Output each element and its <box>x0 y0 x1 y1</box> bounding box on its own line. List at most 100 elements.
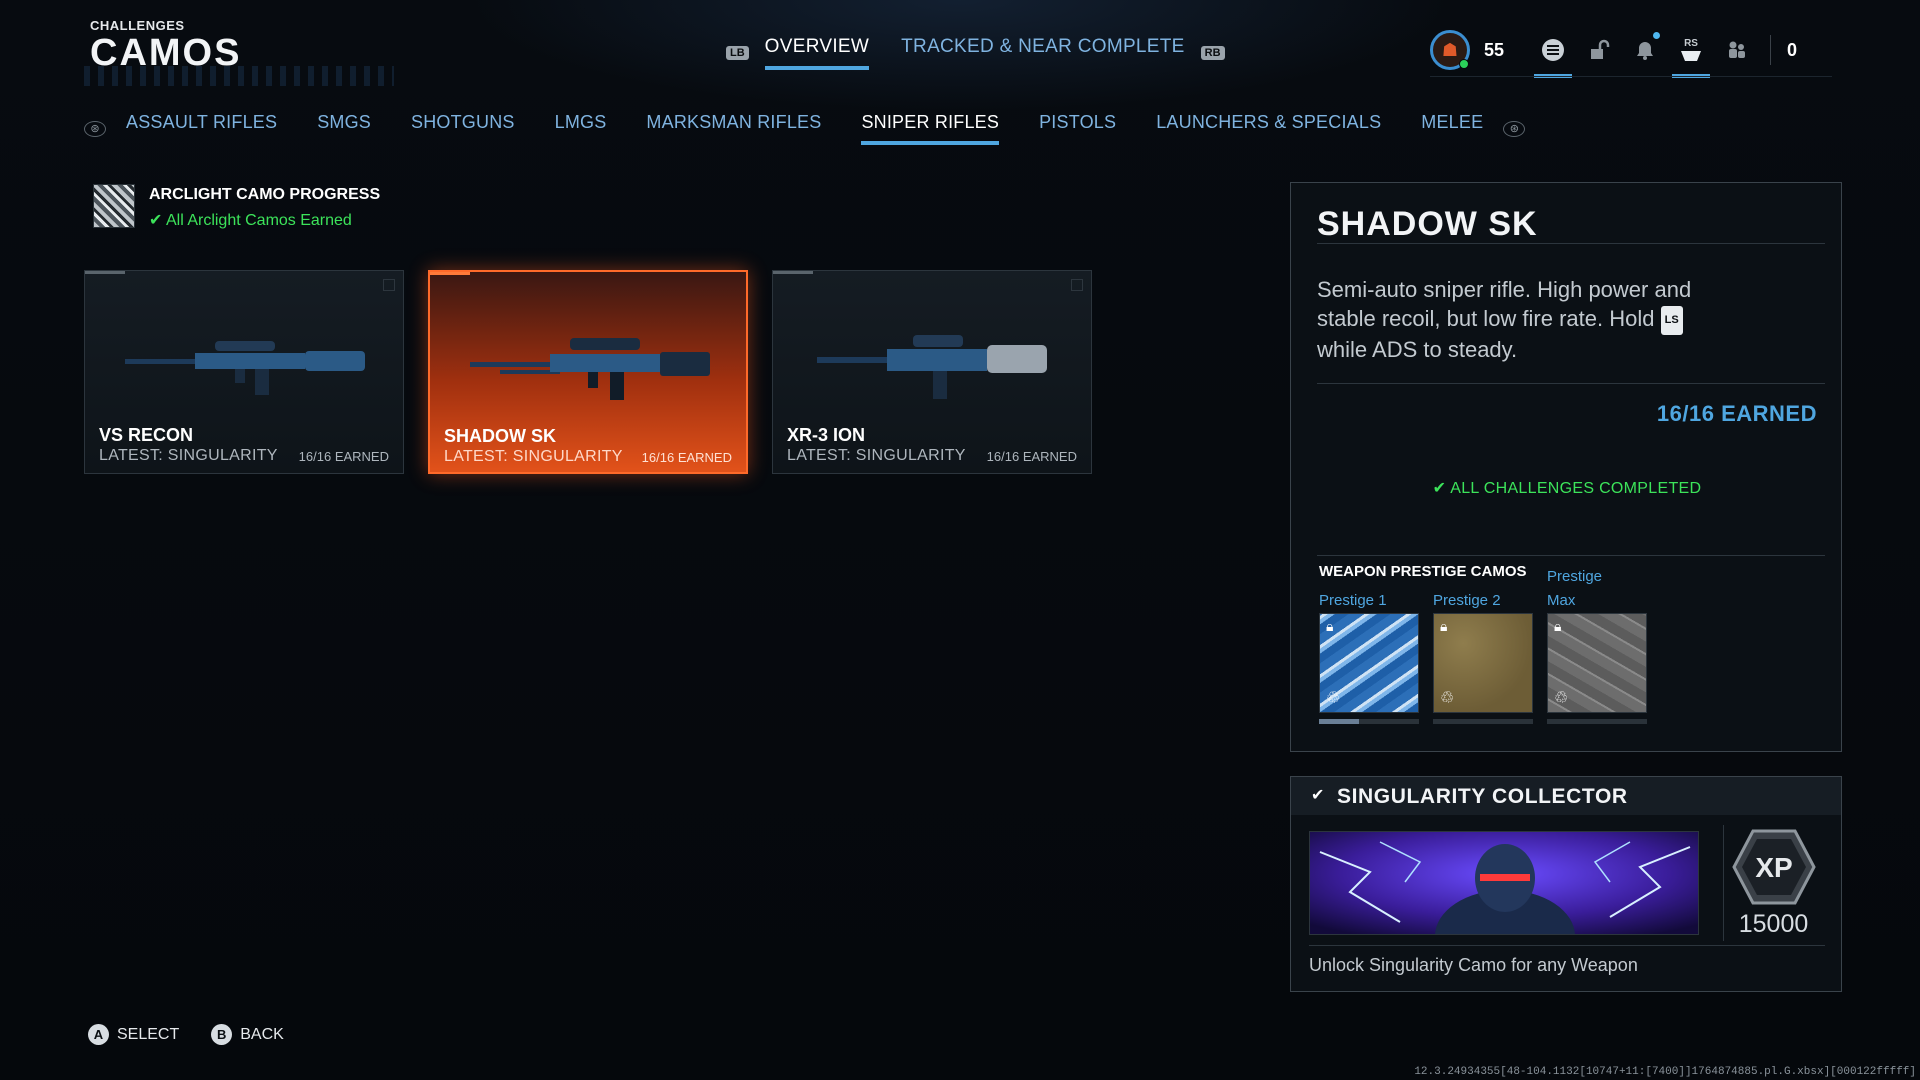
prestige-camo-swatch: 🔒︎ ♲ <box>1547 613 1647 713</box>
weapon-detail-panel: SHADOW SK Semi-auto sniper rifle. High p… <box>1290 182 1842 752</box>
lb-bumper-icon[interactable]: LB <box>726 46 749 60</box>
prestige-heading: WEAPON PRESTIGE CAMOS <box>1319 563 1527 580</box>
prestige-camo-2[interactable]: Prestige 2 🔒︎ ♲ <box>1433 589 1533 724</box>
sniper-rifle-icon <box>470 338 710 400</box>
header-glitch-decoration <box>84 66 394 86</box>
weapon-earned-count: 16/16 EARNED <box>641 450 732 465</box>
tab-marksman-rifles[interactable]: MARKSMAN RIFLES <box>646 112 821 145</box>
weapon-card-vs-recon[interactable]: VS RECON LATEST: SINGULARITY 16/16 EARNE… <box>84 270 404 474</box>
button-prompts: A SELECT B BACK <box>88 1024 316 1045</box>
detail-description: Semi-auto sniper rifle. High power and s… <box>1317 275 1737 364</box>
tab-shotguns[interactable]: SHOTGUNS <box>411 112 515 145</box>
detail-earned-count: 16/16 EARNED <box>1656 401 1817 426</box>
check-icon: ✔ <box>1311 787 1325 804</box>
b-button-icon: B <box>211 1024 233 1045</box>
lt-bumper-icon[interactable]: ⊛ <box>84 120 106 137</box>
prestige-progress-bar <box>1319 719 1419 724</box>
tab-launchers-specials[interactable]: LAUNCHERS & SPECIALS <box>1156 112 1381 145</box>
detail-desc-part2: while ADS to steady. <box>1317 336 1518 362</box>
card-corner-mark <box>383 279 395 291</box>
hud-underline <box>1430 76 1832 77</box>
tab-smgs[interactable]: SMGS <box>317 112 371 145</box>
tab-assault-rifles[interactable]: ASSAULT RIFLES <box>126 112 277 145</box>
weapon-latest-camo: LATEST: SINGULARITY <box>99 447 278 464</box>
hud-divider <box>1770 35 1772 65</box>
check-icon: ✔ <box>149 212 166 229</box>
unlock-icon[interactable] <box>1584 28 1614 72</box>
reward-panel[interactable]: ✔ SINGULARITY COLLECTOR XP 15000 Unlock … <box>1290 776 1842 992</box>
rb-bumper-icon[interactable]: RB <box>1200 46 1225 60</box>
prestige-camo-swatch: 🔒︎ ♲ <box>1433 613 1533 713</box>
top-tab-bar: LB OVERVIEW TRACKED & NEAR COMPLETE RB <box>726 36 1225 70</box>
tab-pistols[interactable]: PISTOLS <box>1039 112 1116 145</box>
lock-icon: 🔒︎ <box>1440 618 1448 634</box>
page-kicker: CHALLENGES <box>90 18 185 33</box>
weapon-name: VS RECON <box>99 425 194 445</box>
a-button-icon: A <box>88 1024 109 1045</box>
prestige-camo-1[interactable]: Prestige 1 🔒︎ ♲ <box>1319 589 1419 724</box>
controller-icon[interactable]: RS <box>1672 28 1711 78</box>
weapon-name: XR-3 ION <box>787 425 866 445</box>
back-prompt[interactable]: B BACK <box>211 1024 284 1045</box>
tab-tracked-near-complete[interactable]: TRACKED & NEAR COMPLETE <box>901 36 1185 70</box>
prestige-camo-swatch: 🔒︎ ♲ <box>1319 613 1419 713</box>
arclight-title: ARCLIGHT CAMO PROGRESS <box>149 186 381 203</box>
weapon-card-list: VS RECON LATEST: SINGULARITY 16/16 EARNE… <box>84 270 1116 474</box>
online-status-dot <box>1459 59 1469 69</box>
operator-face-icon: ☗ <box>1441 39 1459 60</box>
prestige-cycle-icon: ♲ <box>1554 690 1569 707</box>
card-notch <box>85 271 125 274</box>
weapon-card-xr3-ion[interactable]: XR-3 ION LATEST: SINGULARITY 16/16 EARNE… <box>772 270 1092 474</box>
build-info: 12.3.24934355[48-104.1132[10747+11:[7400… <box>1414 1066 1916 1078</box>
arclight-camo-thumbnail <box>93 184 135 228</box>
prestige-label: Prestige Max <box>1547 568 1603 609</box>
weapon-card-shadow-sk[interactable]: SHADOW SK LATEST: SINGULARITY 16/16 EARN… <box>428 270 748 474</box>
select-prompt[interactable]: A SELECT <box>88 1024 179 1045</box>
arclight-status-text: All Arclight Camos Earned <box>165 212 352 229</box>
xp-label: XP <box>1755 852 1792 883</box>
divider <box>1317 555 1825 556</box>
weapon-earned-count: 16/16 EARNED <box>298 449 389 464</box>
prestige-progress-bar <box>1547 719 1647 724</box>
reward-title: SINGULARITY COLLECTOR <box>1337 785 1628 808</box>
page-header: CHALLENGES CAMOS <box>90 18 241 73</box>
divider <box>1317 383 1825 384</box>
xp-amount: 15000 <box>1738 910 1809 938</box>
tab-overview[interactable]: OVERVIEW <box>764 36 870 70</box>
reward-header: ✔ SINGULARITY COLLECTOR <box>1291 777 1841 815</box>
arclight-status: ✔ All Arclight Camos Earned <box>149 210 380 230</box>
player-level: 55 <box>1484 39 1505 60</box>
weapon-latest-camo: LATEST: SINGULARITY <box>787 447 966 464</box>
divider <box>1309 945 1825 946</box>
check-icon: ✔ <box>1432 480 1451 497</box>
tab-melee[interactable]: MELEE <box>1421 112 1483 145</box>
tab-lmgs[interactable]: LMGS <box>555 112 607 145</box>
prestige-cycle-icon: ♲ <box>1326 690 1341 707</box>
currency-amount: 0 <box>1787 39 1798 60</box>
weapon-name: SHADOW SK <box>444 426 556 446</box>
friends-icon[interactable] <box>1722 28 1752 72</box>
prestige-cycle-icon: ♲ <box>1440 690 1455 707</box>
card-corner-mark <box>1071 279 1083 291</box>
weapon-category-tabs: ⊛ ASSAULT RIFLES SMGS SHOTGUNS LMGS MARK… <box>84 112 1526 145</box>
menu-icon[interactable] <box>1534 28 1573 78</box>
tab-sniper-rifles[interactable]: SNIPER RIFLES <box>861 112 1000 145</box>
prestige-label: Prestige 2 <box>1433 592 1501 609</box>
weapon-latest-camo: LATEST: SINGULARITY <box>444 448 623 465</box>
prestige-progress-bar <box>1433 719 1533 724</box>
xp-reward: XP 15000 <box>1723 825 1823 941</box>
prestige-camo-max[interactable]: Prestige Max 🔒︎ ♲ <box>1547 565 1647 724</box>
bell-icon[interactable] <box>1630 28 1661 72</box>
back-label: BACK <box>240 1025 284 1043</box>
sniper-rifle-icon <box>125 341 365 395</box>
weapon-earned-count: 16/16 EARNED <box>986 449 1077 464</box>
arclight-progress[interactable]: ARCLIGHT CAMO PROGRESS ✔ All Arclight Ca… <box>93 184 380 230</box>
detail-desc-part1: Semi-auto sniper rifle. High power and s… <box>1317 277 1692 331</box>
avatar-icon[interactable]: ☗ <box>1430 30 1470 70</box>
rt-bumper-icon[interactable]: ⊛ <box>1503 120 1526 137</box>
detail-title: SHADOW SK <box>1317 205 1538 243</box>
prestige-progress-fill <box>1319 719 1359 724</box>
prestige-label: Prestige 1 <box>1319 592 1387 609</box>
xp-badge-icon: XP <box>1731 829 1816 905</box>
notification-dot <box>1653 32 1661 39</box>
